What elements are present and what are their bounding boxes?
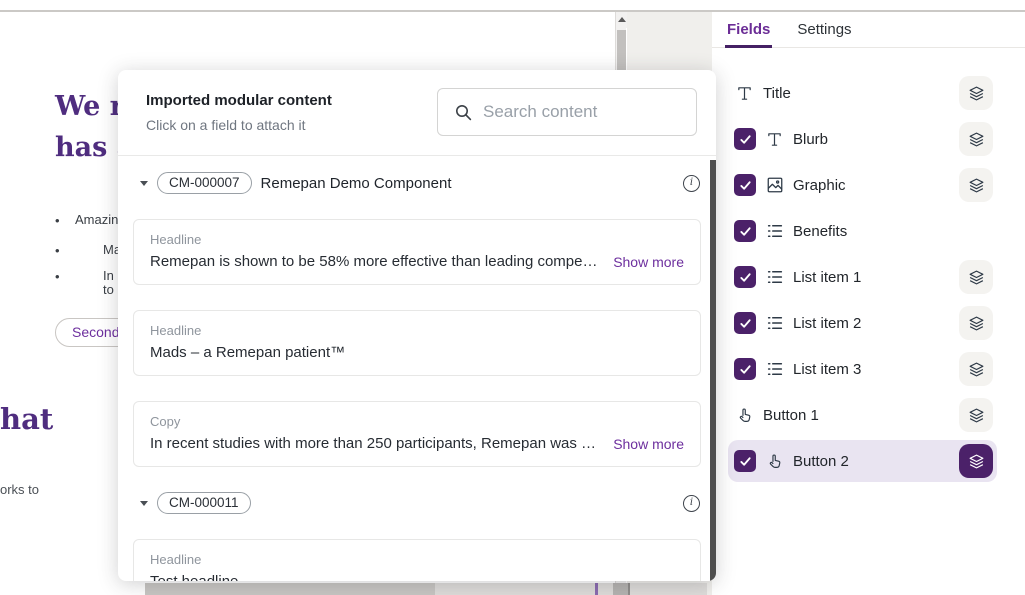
- layers-button[interactable]: [959, 398, 993, 432]
- field-row[interactable]: List item 2: [712, 300, 1025, 346]
- section-heading: hat: [0, 402, 53, 436]
- field-label: Button 2: [793, 453, 849, 470]
- check-icon: [739, 133, 752, 146]
- check-icon: [739, 225, 752, 238]
- content-field-card[interactable]: Headline Mads – a Remepan patient™: [133, 310, 701, 376]
- layers-button[interactable]: [959, 306, 993, 340]
- field-label: List item 1: [793, 269, 861, 286]
- component-group: CM-000011 i Headline Test headline: [118, 492, 716, 581]
- field-checkbox[interactable]: [734, 174, 756, 196]
- field-checkbox[interactable]: [734, 312, 756, 334]
- field-label: Title: [763, 85, 791, 102]
- modal-content-list: CM-000007 Remepan Demo Component i Headl…: [118, 156, 716, 581]
- canvas-bottom-bar: [630, 583, 707, 595]
- fields-sidebar: Fields Settings Title Blurb Graphic Bene…: [712, 12, 1025, 595]
- search-icon: [455, 104, 472, 121]
- layers-button[interactable]: [959, 352, 993, 386]
- canvas-bottom-bar: [145, 583, 435, 595]
- field-card-value: Mads – a Remepan patient™: [150, 342, 684, 363]
- scroll-up-button[interactable]: [616, 12, 627, 28]
- chevron-down-icon[interactable]: [140, 501, 148, 506]
- canvas-bottom-bar: [435, 583, 595, 595]
- modal-title: Imported modular content: [146, 92, 332, 109]
- search-box[interactable]: [437, 88, 697, 136]
- field-card-label: Headline: [150, 232, 684, 247]
- field-label: Button 1: [763, 407, 819, 424]
- sidebar-tabs: Fields Settings: [712, 12, 1025, 48]
- check-icon: [739, 317, 752, 330]
- image-icon: [764, 175, 785, 196]
- field-card-value: Remepan is shown to be 58% more effectiv…: [150, 251, 597, 272]
- content-field-card[interactable]: Copy In recent studies with more than 25…: [133, 401, 701, 467]
- layers-button[interactable]: [959, 76, 993, 110]
- info-icon[interactable]: i: [683, 175, 700, 192]
- list-icon: [764, 359, 785, 380]
- imported-content-modal: Imported modular content Click on a fiel…: [118, 70, 716, 581]
- modal-scrollbar-thumb[interactable]: [710, 160, 716, 581]
- field-checkbox[interactable]: [734, 220, 756, 242]
- pointer-click-icon: [764, 451, 785, 472]
- field-checkbox[interactable]: [734, 266, 756, 288]
- layers-button[interactable]: [959, 122, 993, 156]
- show-more-link[interactable]: Show more: [613, 254, 684, 270]
- chevron-down-icon[interactable]: [140, 181, 148, 186]
- list-icon: [764, 267, 785, 288]
- field-card-label: Copy: [150, 414, 684, 429]
- component-id-badge: CM-000011: [157, 492, 251, 514]
- component-group-header: CM-000007 Remepan Demo Component i: [140, 172, 700, 194]
- field-checkbox[interactable]: [734, 358, 756, 380]
- modal-subtitle: Click on a field to attach it: [146, 117, 306, 133]
- layers-button[interactable]: [959, 168, 993, 202]
- field-row[interactable]: Button 1: [712, 392, 1025, 438]
- tab-fields[interactable]: Fields: [727, 21, 770, 47]
- canvas-bottom-bar: [613, 583, 628, 595]
- field-card-label: Headline: [150, 323, 684, 338]
- list-icon: [764, 221, 785, 242]
- field-row[interactable]: List item 1: [712, 254, 1025, 300]
- bullet-dot: •: [55, 213, 60, 228]
- tab-settings[interactable]: Settings: [797, 21, 851, 47]
- field-row[interactable]: Graphic: [712, 162, 1025, 208]
- search-input[interactable]: [483, 102, 678, 122]
- field-card-label: Headline: [150, 552, 684, 567]
- field-checkbox[interactable]: [734, 128, 756, 150]
- info-icon[interactable]: i: [683, 495, 700, 512]
- bullet-dot: •: [55, 243, 60, 258]
- component-group: CM-000007 Remepan Demo Component i Headl…: [118, 172, 716, 467]
- pointer-click-icon: [734, 405, 755, 426]
- field-row[interactable]: Button 2: [728, 440, 997, 482]
- field-row[interactable]: Benefits: [712, 208, 1025, 254]
- body-text-fragment: orks to: [0, 482, 39, 497]
- bullet-dot: •: [55, 269, 60, 284]
- layers-button[interactable]: [959, 444, 993, 478]
- sidebar-field-list: Title Blurb Graphic Benefits List item 1…: [712, 70, 1025, 484]
- text-type-icon: [764, 129, 785, 150]
- field-label: Blurb: [793, 131, 828, 148]
- component-id-badge: CM-000007: [157, 172, 252, 194]
- check-icon: [739, 179, 752, 192]
- field-row[interactable]: Title: [712, 70, 1025, 116]
- content-field-card[interactable]: Headline Remepan is shown to be 58% more…: [133, 219, 701, 285]
- field-label: Benefits: [793, 223, 847, 240]
- field-label: List item 2: [793, 315, 861, 332]
- check-icon: [739, 455, 752, 468]
- list-icon: [764, 313, 785, 334]
- canvas-bottom-bar: [598, 583, 613, 595]
- field-card-value: In recent studies with more than 250 par…: [150, 433, 597, 454]
- check-icon: [739, 271, 752, 284]
- check-icon: [739, 363, 752, 376]
- field-label: List item 3: [793, 361, 861, 378]
- text-type-icon: [734, 83, 755, 104]
- field-row[interactable]: Blurb: [712, 116, 1025, 162]
- field-row[interactable]: List item 3: [712, 346, 1025, 392]
- content-field-card[interactable]: Headline Test headline: [133, 539, 701, 581]
- field-card-value: Test headline: [150, 571, 684, 581]
- component-group-header: CM-000011 i: [140, 492, 700, 514]
- show-more-link[interactable]: Show more: [613, 436, 684, 452]
- layers-button[interactable]: [959, 260, 993, 294]
- field-checkbox[interactable]: [734, 450, 756, 472]
- field-label: Graphic: [793, 177, 846, 194]
- component-name: Remepan Demo Component: [261, 175, 452, 192]
